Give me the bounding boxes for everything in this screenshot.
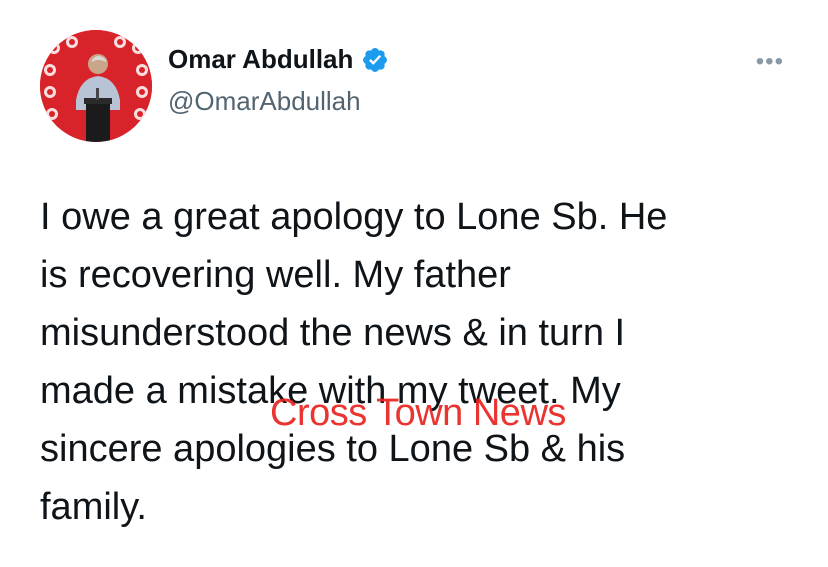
verified-badge-icon bbox=[361, 46, 389, 74]
watermark-text: Cross Town News bbox=[270, 392, 566, 434]
author-name-row: Omar Abdullah bbox=[168, 44, 389, 75]
tweet-text: I owe a great apology to Lone Sb. He is … bbox=[40, 196, 668, 528]
avatar[interactable] bbox=[40, 30, 152, 142]
profile-photo-icon bbox=[40, 30, 152, 142]
author-handle[interactable]: @OmarAbdullah bbox=[168, 86, 361, 117]
author-display-name[interactable]: Omar Abdullah bbox=[168, 44, 353, 75]
more-options-icon[interactable]: ••• bbox=[756, 50, 784, 74]
tweet-card: Omar Abdullah @OmarAbdullah ••• I owe a … bbox=[0, 0, 828, 567]
